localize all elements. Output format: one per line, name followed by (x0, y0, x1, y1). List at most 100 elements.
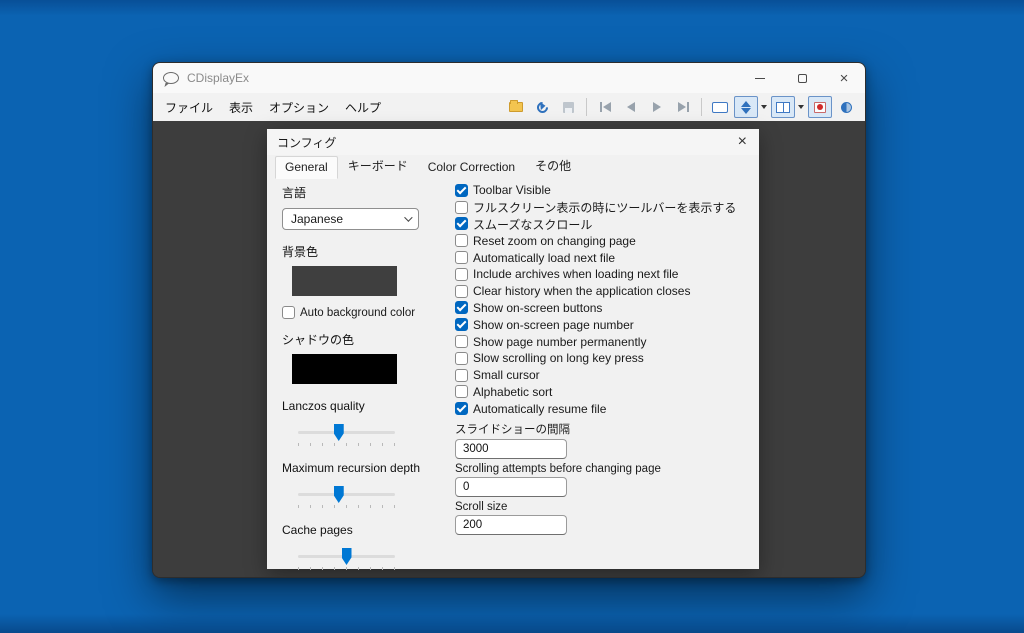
record-button[interactable] (808, 96, 832, 118)
fit-height-button-dropdown-arrow[interactable] (759, 96, 769, 118)
close-icon: × (840, 71, 849, 86)
last-page-button[interactable] (671, 96, 695, 118)
fit-width-button[interactable] (708, 96, 732, 118)
toolbar-visible-checkbox[interactable] (455, 184, 468, 197)
fullscreen-toolbar-label: フルスクリーン表示の時にツールバーを表示する (473, 199, 736, 216)
menu-view[interactable]: 表示 (221, 95, 261, 120)
cache-pages-slider-thumb[interactable] (342, 548, 352, 565)
previous-page-button[interactable] (619, 96, 643, 118)
auto-resume-file-checkbox[interactable] (455, 402, 468, 415)
alphabetic-sort-checkbox[interactable] (455, 385, 468, 398)
tab-other[interactable]: その他 (525, 153, 581, 179)
option-reset-zoom-on-page-change[interactable]: Reset zoom on changing page (455, 232, 759, 249)
option-show-page-number-permanently[interactable]: Show page number permanently (455, 333, 759, 350)
option-slow-scrolling-long-key-press[interactable]: Slow scrolling on long key press (455, 350, 759, 367)
save-button[interactable] (556, 96, 580, 118)
auto-background-checkbox[interactable] (282, 306, 295, 319)
max-recursion-depth-slider-thumb[interactable] (334, 486, 344, 503)
menu-items: ファイル表示オプションヘルプ (157, 95, 389, 120)
max-recursion-depth-slider-ticks (298, 505, 397, 508)
background-color-swatch[interactable] (292, 266, 397, 296)
dialog-footer: リセット 閉じる (267, 570, 759, 578)
open-file-button[interactable] (504, 96, 528, 118)
reset-button[interactable]: リセット (599, 577, 675, 579)
option-show-onscreen-page-number[interactable]: Show on-screen page number (455, 316, 759, 333)
lanczos-quality-slider-ticks (298, 443, 397, 446)
lanczos-quality-slider-track[interactable] (298, 431, 395, 434)
option-auto-load-next-file[interactable]: Automatically load next file (455, 249, 759, 266)
include-archives-next-file-checkbox[interactable] (455, 268, 468, 281)
show-onscreen-buttons-checkbox[interactable] (455, 301, 468, 314)
menu-help[interactable]: ヘルプ (337, 95, 389, 120)
smooth-scroll-label: スムーズなスクロール (473, 216, 592, 233)
option-small-cursor[interactable]: Small cursor (455, 367, 759, 384)
language-dropdown[interactable]: Japanese (282, 208, 419, 230)
slow-scrolling-long-key-press-checkbox[interactable] (455, 352, 468, 365)
smooth-scroll-checkbox[interactable] (455, 217, 468, 230)
reset-zoom-on-page-change-checkbox[interactable] (455, 234, 468, 247)
menu-options[interactable]: オプション (261, 95, 337, 120)
next-icon (653, 102, 661, 112)
two-page-view-button[interactable] (771, 96, 795, 118)
max-recursion-depth-slider-track[interactable] (298, 493, 395, 496)
minimize-button[interactable] (739, 63, 781, 93)
last-icon (678, 102, 689, 112)
titlebar: CDisplayEx × (153, 63, 865, 93)
close-button[interactable]: 閉じる (687, 577, 752, 579)
option-include-archives-next-file[interactable]: Include archives when loading next file (455, 266, 759, 283)
refresh-button[interactable] (530, 96, 554, 118)
clear-history-on-close-label: Clear history when the application close… (473, 284, 690, 298)
sliders: Lanczos qualityMaximum recursion depthCa… (282, 399, 455, 570)
auto-load-next-file-checkbox[interactable] (455, 251, 468, 264)
toolbar-separator (701, 98, 702, 116)
lanczos-quality-slider[interactable] (298, 423, 395, 441)
fit-height-icon (741, 100, 751, 114)
first-page-button[interactable] (593, 96, 617, 118)
show-page-number-permanently-checkbox[interactable] (455, 335, 468, 348)
tab-keyboard[interactable]: キーボード (338, 153, 418, 179)
contrast-button[interactable] (834, 96, 858, 118)
minimize-icon (755, 78, 765, 79)
cache-pages-slider-group: Cache pages (282, 523, 455, 570)
fullscreen-toolbar-checkbox[interactable] (455, 201, 468, 214)
option-toolbar-visible[interactable]: Toolbar Visible (455, 182, 759, 199)
scroll-size-input[interactable] (455, 515, 567, 535)
dialog-close-button[interactable]: × (736, 134, 749, 150)
maximize-button[interactable] (781, 63, 823, 93)
menu-file[interactable]: ファイル (157, 95, 221, 120)
small-cursor-checkbox[interactable] (455, 369, 468, 382)
tab-general[interactable]: General (275, 156, 338, 179)
window-controls: × (739, 63, 865, 93)
tab-color-correction[interactable]: Color Correction (418, 156, 525, 179)
prev-icon (627, 102, 635, 112)
cache-pages-slider[interactable] (298, 547, 395, 565)
max-recursion-depth-slider-label: Maximum recursion depth (282, 461, 455, 475)
option-auto-resume-file[interactable]: Automatically resume file (455, 400, 759, 417)
clear-history-on-close-checkbox[interactable] (455, 285, 468, 298)
menubar: ファイル表示オプションヘルプ (153, 93, 865, 121)
two-page-view-button-dropdown-arrow[interactable] (796, 96, 806, 118)
two-page-icon (776, 102, 790, 113)
window-title: CDisplayEx (187, 71, 249, 85)
auto-background-label: Auto background color (300, 307, 415, 319)
next-page-button[interactable] (645, 96, 669, 118)
close-window-button[interactable]: × (823, 63, 865, 93)
slideshow-interval-input[interactable] (455, 439, 567, 459)
max-recursion-depth-slider-group: Maximum recursion depth (282, 461, 455, 508)
auto-background-checkrow[interactable]: Auto background color (282, 306, 455, 319)
option-clear-history-on-close[interactable]: Clear history when the application close… (455, 283, 759, 300)
app-speech-bubble-icon (163, 72, 179, 84)
max-recursion-depth-slider[interactable] (298, 485, 395, 503)
scroll-size-label: Scroll size (455, 501, 759, 513)
slow-scrolling-long-key-press-label: Slow scrolling on long key press (473, 351, 644, 365)
option-fullscreen-toolbar[interactable]: フルスクリーン表示の時にツールバーを表示する (455, 199, 759, 216)
option-show-onscreen-buttons[interactable]: Show on-screen buttons (455, 300, 759, 317)
scrolling-attempts-input[interactable] (455, 477, 567, 497)
option-alphabetic-sort[interactable]: Alphabetic sort (455, 384, 759, 401)
lanczos-quality-slider-thumb[interactable] (334, 424, 344, 441)
show-onscreen-page-number-checkbox[interactable] (455, 318, 468, 331)
shadow-color-swatch[interactable] (292, 354, 397, 384)
fit-height-button[interactable] (734, 96, 758, 118)
shadow-color-label: シャドウの色 (282, 331, 455, 348)
option-smooth-scroll[interactable]: スムーズなスクロール (455, 216, 759, 233)
